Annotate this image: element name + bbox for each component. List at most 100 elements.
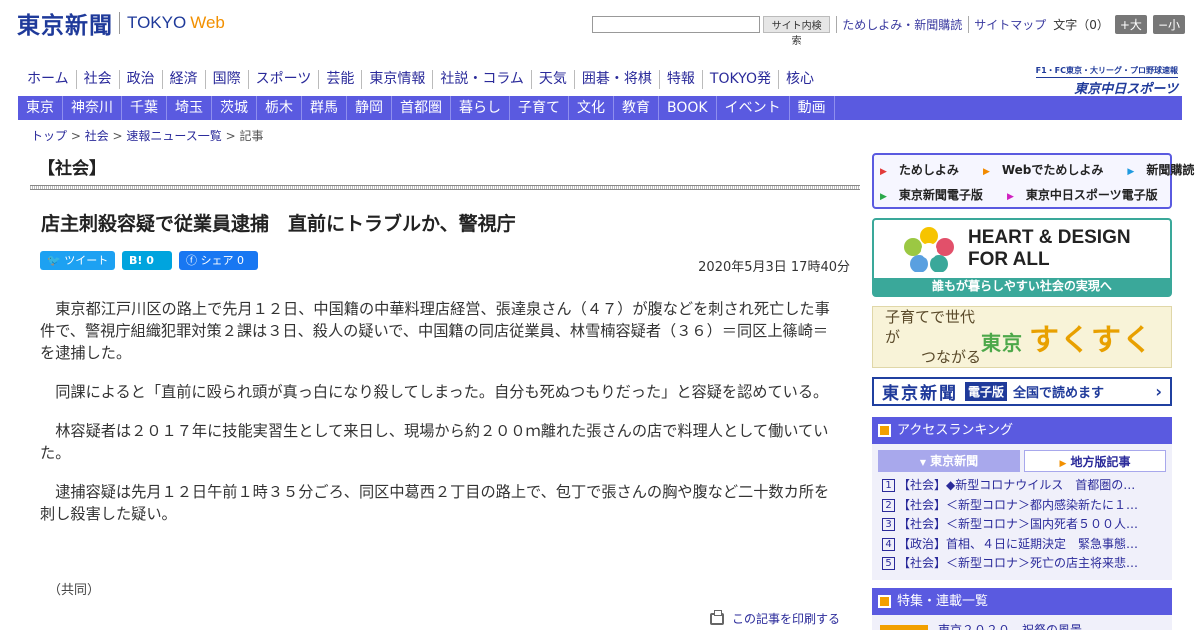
- nav-society[interactable]: 社会: [75, 70, 119, 89]
- share-buttons: 🐦 ツイート B! 0 ⓕ シェア 0: [40, 251, 265, 270]
- breadcrumb-separator: >: [67, 129, 85, 143]
- font-size-down-button[interactable]: −小: [1152, 14, 1185, 34]
- subnav-gunma[interactable]: 群馬: [302, 96, 347, 120]
- promo-link-trial[interactable]: ▶ ためしよみ: [880, 159, 971, 184]
- article-paragraph: 逮捕容疑は先月１２日午前１時３５分ごろ、同区中葛西２丁目の路上で、包丁で張さんの…: [40, 483, 830, 523]
- feature-item-text: 東京２０２０ 祝祭の風景: [938, 623, 1083, 630]
- facebook-share-button[interactable]: ⓕ シェア 0: [179, 251, 258, 270]
- nav-tokyo-info[interactable]: 東京情報: [361, 70, 432, 89]
- subscribe-link[interactable]: ためしよみ・新聞購読: [836, 15, 962, 33]
- breadcrumb-society[interactable]: 社会: [85, 129, 109, 143]
- subnav-book[interactable]: BOOK: [659, 96, 717, 120]
- promo-link-web-trial[interactable]: ▶ Webでためしよみ: [983, 159, 1115, 184]
- triangle-down-icon: ▼: [919, 458, 927, 467]
- article-paragraph: 東京都江戸川区の路上で先月１２日、中国籍の中華料理店経営、張達泉さん（４７）が腹…: [40, 300, 830, 362]
- chunichi-sports-banner[interactable]: F1・FC東京・大リーグ・プロ野球速報 東京中日スポーツ: [1035, 65, 1178, 97]
- article-paragraph: 林容疑者は２０１７年に技能実習生として来日し、現場から約２００ｍ離れた張さんの店…: [40, 422, 829, 462]
- features-header[interactable]: 特集・連載一覧: [872, 588, 1172, 615]
- epaper-text: 全国で読めます: [1013, 386, 1105, 401]
- feature-thumbnail: [880, 624, 928, 630]
- subnav-saitama[interactable]: 埼玉: [167, 96, 212, 120]
- sukusuku-tagline-1: 子育てで世代が: [885, 308, 976, 346]
- ranking-list: 1 【社会】◆新型コロナウイルス 首都圏の… 2 【社会】＜新型コロナ＞都内感染新た…: [882, 476, 1172, 574]
- section-title: 【社会】: [38, 159, 106, 179]
- ranking-item[interactable]: 2 【社会】＜新型コロナ＞都内感染新たに１…: [882, 496, 1162, 516]
- subnav-ibaraki[interactable]: 茨城: [212, 96, 257, 120]
- nav-core[interactable]: 核心: [777, 70, 821, 89]
- breadcrumb: トップ > 社会 > 速報ニュース一覧 > 記事: [31, 127, 264, 144]
- font-size-label: 文字（0）: [1053, 17, 1109, 32]
- breadcrumb-top[interactable]: トップ: [31, 129, 67, 143]
- promo-link-epaper[interactable]: ▶ 東京新聞電子版: [880, 184, 995, 209]
- ranking-item[interactable]: 3 【社会】＜新型コロナ＞国内死者５００人…: [882, 515, 1162, 535]
- site-logo[interactable]: 東京新聞 TOKYO Web: [17, 9, 225, 39]
- ranking-header: アクセスランキング: [872, 417, 1172, 444]
- tweet-button[interactable]: 🐦 ツイート: [40, 251, 115, 270]
- article-source: （共同）: [48, 583, 101, 598]
- heart-banner-caption: 誰もが暮らしやすい社会の実現へ: [874, 278, 1170, 295]
- features-box: 特集・連載一覧 東京２０２０ 祝祭の風景: [872, 588, 1172, 630]
- tab-local-articles[interactable]: ▶ 地方版記事: [1024, 450, 1166, 472]
- subnav-tokyo[interactable]: 東京: [18, 96, 63, 120]
- sitemap-link[interactable]: サイトマップ: [968, 15, 1046, 33]
- ranking-title: アクセスランキング: [897, 423, 1013, 438]
- breadcrumb-current: 記事: [239, 129, 264, 143]
- subnav-education[interactable]: 教育: [614, 96, 659, 120]
- print-label: この記事を印刷する: [732, 612, 841, 626]
- epaper-paper-name: 東京新聞: [882, 384, 958, 404]
- features-title: 特集・連載一覧: [897, 594, 989, 609]
- section-marker-icon: [878, 424, 891, 437]
- subnav-living[interactable]: 暮らし: [451, 96, 510, 120]
- arrow-right-icon: ▶: [1127, 167, 1135, 177]
- subnav-culture[interactable]: 文化: [569, 96, 614, 120]
- subnav-parenting[interactable]: 子育て: [510, 96, 569, 120]
- chevron-right-icon: ›: [1155, 382, 1162, 401]
- rank-number: 5: [882, 557, 895, 571]
- heart-design-banner[interactable]: HEART & DESIGN FOR ALL 誰もが暮らしやすい社会の実現へ: [872, 218, 1172, 297]
- subnav-kanagawa[interactable]: 神奈川: [63, 96, 122, 120]
- nav-home[interactable]: ホーム: [20, 70, 76, 89]
- sukusuku-brand: 東京 すくすく: [981, 323, 1153, 358]
- epaper-banner[interactable]: 東京新聞 電子版 全国で読めます ›: [872, 377, 1172, 406]
- tokyo-sukusuku-banner[interactable]: 子育てで世代が つながる 東京 すくすく: [872, 306, 1172, 368]
- printer-icon: [710, 609, 724, 625]
- feature-item[interactable]: 東京２０２０ 祝祭の風景: [880, 621, 1172, 630]
- nav-international[interactable]: 国際: [204, 70, 248, 89]
- print-article-link[interactable]: この記事を印刷する: [710, 609, 841, 627]
- subscription-links-box: ▶ ためしよみ ▶ Webでためしよみ ▶ 新聞購読 ▶ 東京新聞電子版 ▶ 東京中日スポ…: [872, 153, 1194, 209]
- nav-entertainment[interactable]: 芸能: [318, 70, 361, 89]
- breadcrumb-separator: >: [108, 129, 127, 143]
- breadcrumb-news-list[interactable]: 速報ニュース一覧: [126, 129, 221, 143]
- ranking-item[interactable]: 5 【社会】＜新型コロナ＞死亡の店主将来悲…: [882, 554, 1162, 574]
- section-divider: [30, 185, 860, 190]
- subnav-shizuoka[interactable]: 静岡: [347, 96, 392, 120]
- ranking-item[interactable]: 4 【政治】首相、４日に延期決定 緊急事態…: [882, 535, 1162, 555]
- nav-politics[interactable]: 政治: [118, 70, 162, 89]
- nav-economy[interactable]: 経済: [161, 70, 205, 89]
- subnav-metro-area[interactable]: 首都圏: [392, 96, 451, 120]
- promo-link-subscribe[interactable]: ▶ 新聞購読: [1127, 159, 1200, 184]
- font-size-up-button[interactable]: +大: [1114, 14, 1147, 34]
- logo-japanese: 東京新聞: [17, 12, 113, 39]
- subnav-tochigi[interactable]: 栃木: [257, 96, 302, 120]
- nav-go-shogi[interactable]: 囲碁・将棋: [573, 70, 659, 89]
- site-search-input[interactable]: [592, 15, 760, 33]
- promo-link-chunichi-epaper[interactable]: ▶ 東京中日スポーツ電子版: [1007, 184, 1170, 209]
- tab-tokyo-shimbun[interactable]: ▼ 東京新聞: [878, 450, 1020, 472]
- site-search-button[interactable]: サイト内検索: [762, 15, 831, 47]
- chunichi-banner-tagline: F1・FC東京・大リーグ・プロ野球速報: [1035, 66, 1178, 75]
- rank-number: 3: [882, 518, 895, 532]
- subnav-video[interactable]: 動画: [790, 96, 835, 120]
- nav-sports[interactable]: スポーツ: [247, 70, 319, 89]
- nav-weather[interactable]: 天気: [530, 70, 574, 89]
- arrow-right-icon: ▶: [982, 167, 990, 177]
- nav-special-report[interactable]: 特報: [658, 70, 702, 89]
- subnav-events[interactable]: イベント: [717, 96, 790, 120]
- subnav-chiba[interactable]: 千葉: [122, 96, 167, 120]
- ranking-item[interactable]: 1 【社会】◆新型コロナウイルス 首都圏の…: [882, 476, 1162, 496]
- nav-editorials[interactable]: 社説・コラム: [432, 70, 531, 89]
- hatena-bookmark-button[interactable]: B! 0: [122, 251, 172, 270]
- breadcrumb-separator: >: [221, 129, 240, 143]
- nav-tokyo-hatsu[interactable]: TOKYO発: [701, 70, 778, 89]
- heart-title-line1: HEART & DESIGN: [968, 227, 1131, 248]
